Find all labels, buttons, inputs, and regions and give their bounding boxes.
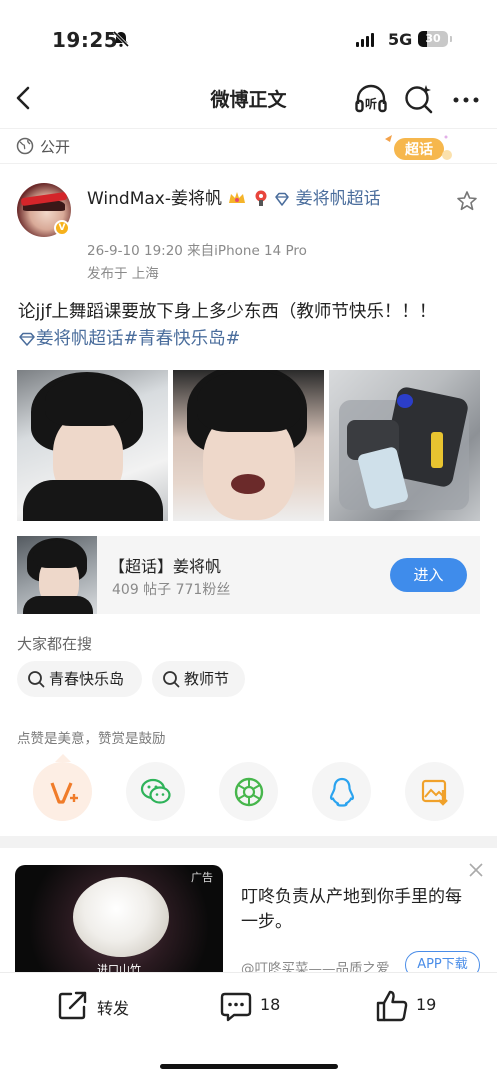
topic-title: 【超话】姜将帆 bbox=[109, 557, 222, 576]
wechat-icon bbox=[140, 778, 171, 804]
chaohua-badge-label: 超话 bbox=[404, 141, 433, 158]
diamond-icon bbox=[19, 332, 35, 346]
tip-icon bbox=[50, 782, 78, 804]
save-image-icon bbox=[421, 779, 448, 806]
crown-emoji-icon bbox=[229, 192, 246, 203]
like-button[interactable]: 19 bbox=[375, 987, 445, 1023]
moments-icon bbox=[234, 777, 264, 807]
chaohua-badge: 超话 bbox=[385, 135, 452, 160]
tip-label: 点赞是美意，赞赏是鼓励 bbox=[17, 731, 166, 747]
post-location: 发布于 上海 bbox=[87, 266, 159, 282]
comment-count: 18 bbox=[260, 995, 281, 1014]
search-icon bbox=[163, 671, 180, 688]
globe-icon bbox=[16, 137, 34, 155]
ad-tag: 广告 bbox=[191, 871, 213, 884]
repost-button[interactable]: 转发 bbox=[57, 987, 137, 1023]
nav-bar: 微博正文 听 bbox=[0, 78, 497, 120]
mute-bell-icon bbox=[112, 30, 130, 48]
save-image-button[interactable] bbox=[405, 762, 464, 821]
battery-icon: 30 bbox=[418, 31, 448, 47]
post-photo[interactable] bbox=[17, 370, 168, 521]
post-photo[interactable] bbox=[173, 370, 324, 521]
trending-chip[interactable]: 教师节 bbox=[152, 661, 245, 697]
status-time: 19:25 bbox=[52, 28, 119, 52]
close-icon[interactable] bbox=[468, 862, 484, 878]
share-wechat-button[interactable] bbox=[126, 762, 185, 821]
battery-level: 30 bbox=[425, 32, 441, 45]
diamond-icon bbox=[275, 192, 289, 206]
signal-icon bbox=[356, 33, 374, 47]
status-bar: 19:25 5G 30 bbox=[0, 0, 497, 80]
home-indicator[interactable] bbox=[160, 1064, 338, 1069]
post-tags: 姜将帆超话#青春快乐岛# bbox=[18, 326, 240, 352]
topic-card[interactable]: 【超话】姜将帆 409 帖子 771粉丝 进入 bbox=[17, 536, 480, 614]
listen-headphones-icon[interactable]: 听 bbox=[354, 82, 388, 116]
topic-stats: 409 帖子 771粉丝 bbox=[112, 582, 231, 598]
verified-badge: V bbox=[54, 220, 70, 236]
visibility-label: 公开 bbox=[40, 138, 71, 156]
like-count: 19 bbox=[416, 995, 437, 1014]
trending-chip[interactable]: 青春快乐岛 bbox=[17, 661, 142, 697]
thumbs-up-icon bbox=[376, 990, 408, 1022]
comment-icon bbox=[220, 992, 252, 1022]
post-photo[interactable] bbox=[329, 370, 480, 521]
bottom-action-bar: 转发 18 19 bbox=[0, 972, 497, 1080]
network-type: 5G bbox=[388, 30, 413, 49]
topic-thumbnail bbox=[17, 536, 97, 614]
comment-button[interactable]: 18 bbox=[219, 987, 289, 1023]
ad-image[interactable]: 广告 进口山竹 bbox=[15, 865, 223, 975]
tip-button[interactable] bbox=[33, 762, 92, 821]
repost-label: 转发 bbox=[97, 999, 130, 1018]
ad-title[interactable]: 叮咚负责从产地到你手里的每一步。 bbox=[241, 885, 477, 935]
author-topic-link[interactable]: 姜将帆超话 bbox=[296, 189, 381, 209]
more-icon[interactable] bbox=[450, 82, 484, 116]
repost-icon bbox=[58, 991, 87, 1020]
post-text: 论jjf上舞蹈课要放下身上多少东西（教师节快乐！！！ bbox=[18, 302, 437, 322]
trending-chip-label: 青春快乐岛 bbox=[49, 670, 125, 688]
favorite-star-icon[interactable] bbox=[456, 190, 478, 212]
share-qq-button[interactable] bbox=[312, 762, 371, 821]
tip-caret bbox=[55, 754, 71, 762]
section-divider bbox=[0, 836, 497, 848]
trending-label: 大家都在搜 bbox=[17, 635, 93, 653]
author-line: WindMax-姜将帆 姜将帆超话 bbox=[87, 186, 387, 212]
post-tag-link[interactable]: 姜将帆超话 bbox=[36, 329, 124, 349]
battery-tip bbox=[450, 36, 452, 42]
share-moments-button[interactable] bbox=[219, 762, 278, 821]
search-icon bbox=[28, 671, 45, 688]
author-name[interactable]: WindMax-姜将帆 bbox=[87, 189, 222, 209]
listen-label: 听 bbox=[365, 96, 377, 111]
post-tag-link[interactable]: #青春快乐岛# bbox=[124, 329, 241, 349]
qq-icon bbox=[330, 777, 354, 807]
fan-level-icon bbox=[255, 190, 267, 206]
search-icon[interactable] bbox=[402, 82, 436, 116]
enter-topic-button[interactable]: 进入 bbox=[390, 558, 467, 592]
trending-chip-label: 教师节 bbox=[184, 670, 230, 688]
post-datetime-source: 26-9-10 19:20 来自iPhone 14 Pro bbox=[87, 243, 307, 259]
